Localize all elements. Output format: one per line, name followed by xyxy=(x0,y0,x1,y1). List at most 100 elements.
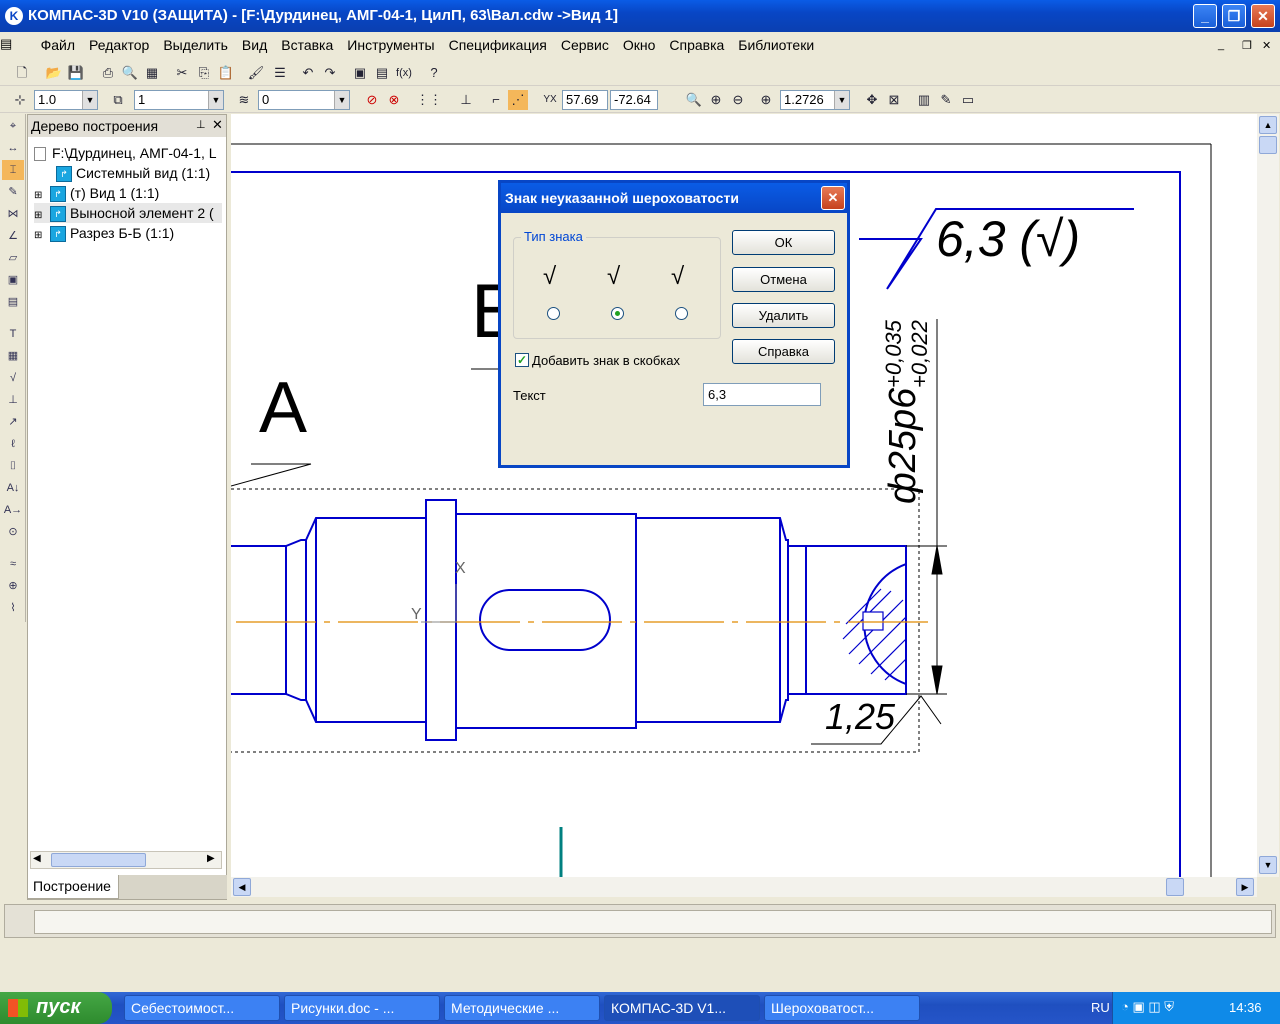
cancel-button[interactable]: Отмена xyxy=(732,267,835,292)
scroll-thumb[interactable] xyxy=(51,853,146,867)
table-icon[interactable]: ▦ xyxy=(2,346,24,366)
format-brush-icon[interactable]: 🖌 xyxy=(246,63,266,83)
tree-item-section[interactable]: ⊞ ↱ Разрез Б-Б (1:1) xyxy=(34,223,174,243)
help-pointer-icon[interactable]: ? xyxy=(424,63,444,83)
redo-icon[interactable]: ↷ xyxy=(320,63,340,83)
checkbox-brackets[interactable]: ✓ xyxy=(515,353,529,367)
menu-libraries[interactable]: Библиотеки xyxy=(731,33,821,57)
help-button[interactable]: Справка xyxy=(732,339,835,364)
designations-icon[interactable]: ⌶ xyxy=(2,160,24,180)
task-kompas[interactable]: КОМПАС-3D V1... xyxy=(604,995,760,1021)
select-icon[interactable]: ▱ xyxy=(2,248,24,268)
menu-edit[interactable]: Редактор xyxy=(82,33,156,57)
brush-icon[interactable]: ✎ xyxy=(936,90,956,110)
text-input[interactable]: 6,3 xyxy=(703,383,821,406)
measure-icon[interactable]: ∠ xyxy=(2,226,24,246)
arrow-right-icon[interactable]: ▶ xyxy=(1236,878,1254,896)
chevron-down-icon[interactable]: ▼ xyxy=(334,91,349,109)
geometry-icon[interactable]: ⌖ xyxy=(2,116,24,136)
open-folder-icon[interactable]: 📂 xyxy=(44,63,64,83)
scroll-thumb[interactable] xyxy=(1166,878,1184,896)
menu-help[interactable]: Справка xyxy=(662,33,731,57)
zoom-window-icon[interactable]: 🔍 xyxy=(684,90,704,110)
cut-icon[interactable]: ✂ xyxy=(172,63,192,83)
tree-hscrollbar[interactable]: ◀ ▶ xyxy=(30,851,222,869)
vertical-scrollbar[interactable]: ▲ ▼ xyxy=(1257,114,1279,877)
pan-icon[interactable]: ✥ xyxy=(862,90,882,110)
doc-minimize-button[interactable]: _ xyxy=(1218,39,1224,51)
x-coordinate-field[interactable]: 57.69 xyxy=(562,90,608,110)
text-icon[interactable]: T xyxy=(2,324,24,344)
dimensions-icon[interactable]: ↔ xyxy=(2,138,24,158)
scroll-thumb[interactable] xyxy=(1259,136,1277,154)
list-icon[interactable]: ☰ xyxy=(270,63,290,83)
arrow-right-icon[interactable]: ▶ xyxy=(207,853,215,864)
minimize-button[interactable]: _ xyxy=(1193,4,1217,28)
arrow-left-icon[interactable]: ◀ xyxy=(33,853,41,864)
tree-item-view-1[interactable]: ⊞ ↱ (т) Вид 1 (1:1) xyxy=(34,183,159,203)
close-button[interactable]: ✕ xyxy=(1251,4,1275,28)
base-icon[interactable]: ⊥ xyxy=(2,390,24,410)
cut-line-icon[interactable]: A↓ xyxy=(2,478,24,498)
tree-item-remote-element[interactable]: ⊞ ↱ Выносной элемент 2 ( xyxy=(34,203,222,223)
step-combo[interactable]: 1.0 ▼ xyxy=(34,90,98,110)
task-word-methods[interactable]: Методические ... xyxy=(444,995,600,1021)
delete-button[interactable]: Удалить xyxy=(732,303,835,328)
dialog-close-button[interactable]: ✕ xyxy=(821,186,845,210)
view-arrow-icon[interactable]: A→ xyxy=(2,500,24,520)
copy-icon[interactable]: ⎘ xyxy=(194,63,214,83)
zoom-combo[interactable]: 1.2726 ▼ xyxy=(780,90,850,110)
library-icon[interactable]: ▤ xyxy=(372,63,392,83)
undo-icon[interactable]: ↶ xyxy=(298,63,318,83)
local-snap-icon[interactable]: ⊗ xyxy=(384,90,404,110)
zoom-in-icon[interactable]: ⊕ xyxy=(706,90,726,110)
round-icon[interactable]: ⋰ xyxy=(508,90,528,110)
menu-specification[interactable]: Спецификация xyxy=(442,33,554,57)
chevron-down-icon[interactable]: ▼ xyxy=(834,91,849,109)
new-file-icon[interactable]: 🗋 xyxy=(12,63,32,83)
y-coordinate-field[interactable]: -72.64 xyxy=(610,90,658,110)
ortho-icon[interactable]: ⌐ xyxy=(486,90,506,110)
task-word-figures[interactable]: Рисунки.doc - ... xyxy=(284,995,440,1021)
roughness-icon[interactable]: √ xyxy=(2,368,24,388)
start-button[interactable]: пуск xyxy=(0,992,112,1024)
associative-views-icon[interactable]: ▣ xyxy=(2,270,24,290)
arrow-left-icon[interactable]: ◀ xyxy=(233,878,251,896)
wave-line-icon[interactable]: ≈ xyxy=(2,554,24,574)
zoom-scale-icon[interactable]: ⊕ xyxy=(756,90,776,110)
expand-icon[interactable]: ⊞ xyxy=(34,226,43,246)
zoom-out-icon[interactable]: ⊖ xyxy=(728,90,748,110)
grid-icon[interactable]: ⋮⋮ xyxy=(416,90,442,110)
tab-build[interactable]: Построение xyxy=(27,875,119,899)
center-mark-icon[interactable]: ⊕ xyxy=(2,576,24,596)
parametrization-icon[interactable]: ⋈ xyxy=(2,204,24,224)
position-icon[interactable]: ℓ xyxy=(2,434,24,454)
manager-icon[interactable]: ▣ xyxy=(350,63,370,83)
task-excel[interactable]: Себестоимост... xyxy=(124,995,280,1021)
coordinate-system-icon[interactable]: ⊥ xyxy=(456,90,476,110)
show-all-icon[interactable]: ⊠ xyxy=(884,90,904,110)
break-line-icon[interactable]: ⌇ xyxy=(2,598,24,618)
preview-icon[interactable]: 🔍 xyxy=(120,63,140,83)
tray-icons[interactable]: ◔ ▣ ◫ ⛨ xyxy=(1121,999,1174,1015)
chevron-down-icon[interactable]: ▼ xyxy=(208,91,223,109)
close-icon[interactable]: ✕ xyxy=(212,117,223,133)
chevron-down-icon[interactable]: ▼ xyxy=(82,91,97,109)
pin-icon[interactable]: ⊥ xyxy=(196,118,206,131)
expand-icon[interactable]: ⊞ xyxy=(34,206,43,223)
tolerance-icon[interactable]: ⌷ xyxy=(2,456,24,476)
horizontal-scrollbar[interactable]: ◀ ▶ xyxy=(231,877,1257,897)
edit-icon[interactable]: ✎ xyxy=(2,182,24,202)
language-indicator[interactable]: RU xyxy=(1091,1000,1110,1015)
tree-root[interactable]: F:\Дурдинец, АМГ-04-1, L xyxy=(34,143,217,163)
arrow-down-icon[interactable]: ▼ xyxy=(1259,856,1277,874)
menu-service[interactable]: Сервис xyxy=(554,33,616,57)
paste-icon[interactable]: 📋 xyxy=(216,63,236,83)
print-icon[interactable]: ⎙ xyxy=(98,63,118,83)
leader-icon[interactable]: ↗ xyxy=(2,412,24,432)
menu-view[interactable]: Вид xyxy=(235,33,274,57)
menu-insert[interactable]: Вставка xyxy=(274,33,340,57)
save-icon[interactable]: 💾 xyxy=(66,63,86,83)
window-icon[interactable]: ▭ xyxy=(958,90,978,110)
doc-close-button[interactable]: ✕ xyxy=(1262,39,1271,52)
